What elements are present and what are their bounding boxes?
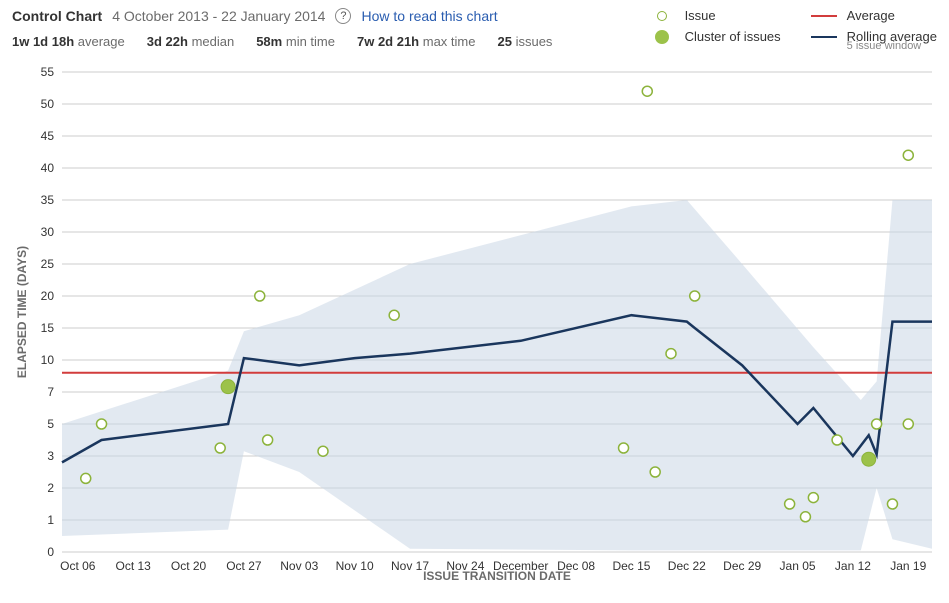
chart-legend: Issue Average Cluster of issues Rolling … xyxy=(649,8,937,52)
y-tick-label: 3 xyxy=(47,449,54,463)
y-tick-label: 0 xyxy=(47,545,54,559)
stat-median: 3d 22h median xyxy=(147,34,234,49)
issue-point[interactable] xyxy=(785,499,795,509)
y-axis-label: ELAPSED TIME (DAYS) xyxy=(15,246,29,378)
issue-point[interactable] xyxy=(903,419,913,429)
y-tick-label: 2 xyxy=(47,481,54,495)
average-line-icon xyxy=(811,15,837,17)
x-tick-label: Dec 15 xyxy=(612,559,650,573)
y-tick-label: 50 xyxy=(41,97,55,111)
cluster-point[interactable] xyxy=(221,380,235,394)
y-tick-label: 7 xyxy=(47,385,54,399)
std-dev-band xyxy=(62,200,932,550)
issue-point[interactable] xyxy=(318,446,328,456)
stat-mintime: 58m min time xyxy=(256,34,335,49)
y-tick-label: 25 xyxy=(41,257,55,271)
x-tick-label: Dec 29 xyxy=(723,559,761,573)
legend-issue: Issue xyxy=(649,8,781,23)
legend-cluster: Cluster of issues xyxy=(649,29,781,44)
x-tick-label: Jan 12 xyxy=(835,559,871,573)
help-icon[interactable]: ? xyxy=(335,8,351,24)
y-tick-label: 15 xyxy=(41,321,55,335)
chart-summary-stats: 1w 1d 18h average 3d 22h median 58m min … xyxy=(12,34,629,49)
issue-point[interactable] xyxy=(808,493,818,503)
issue-point[interactable] xyxy=(872,419,882,429)
issue-point[interactable] xyxy=(642,86,652,96)
y-tick-label: 35 xyxy=(41,193,55,207)
x-tick-label: Nov 03 xyxy=(280,559,318,573)
rolling-line-icon xyxy=(811,36,837,38)
issue-point[interactable] xyxy=(903,150,913,160)
x-tick-label: Oct 20 xyxy=(171,559,207,573)
control-chart-panel: Control Chart 4 October 2013 - 22 Januar… xyxy=(0,0,949,603)
issue-point[interactable] xyxy=(619,443,629,453)
issue-point[interactable] xyxy=(887,499,897,509)
legend-average: Average xyxy=(811,8,937,23)
chart-plot-area: 01235710152025303540455055Oct 06Oct 13Oc… xyxy=(12,62,937,582)
x-tick-label: Nov 10 xyxy=(336,559,374,573)
issue-point[interactable] xyxy=(263,435,273,445)
issue-point[interactable] xyxy=(389,310,399,320)
x-tick-label: Oct 13 xyxy=(116,559,152,573)
y-tick-label: 20 xyxy=(41,289,55,303)
issue-point[interactable] xyxy=(81,473,91,483)
issue-marker-icon xyxy=(657,11,667,21)
x-tick-label: Oct 27 xyxy=(226,559,262,573)
cluster-point[interactable] xyxy=(862,452,876,466)
y-tick-label: 40 xyxy=(41,161,55,175)
x-tick-label: Jan 05 xyxy=(780,559,816,573)
issue-point[interactable] xyxy=(97,419,107,429)
y-tick-label: 5 xyxy=(47,417,54,431)
cluster-marker-icon xyxy=(655,30,669,44)
issue-point[interactable] xyxy=(650,467,660,477)
x-tick-label: Jan 19 xyxy=(890,559,926,573)
issue-point[interactable] xyxy=(800,512,810,522)
chart-title: Control Chart xyxy=(12,8,102,24)
y-tick-label: 10 xyxy=(41,353,55,367)
chart-header: Control Chart 4 October 2013 - 22 Januar… xyxy=(12,8,937,52)
x-tick-label: Dec 22 xyxy=(668,559,706,573)
issue-point[interactable] xyxy=(255,291,265,301)
y-tick-label: 45 xyxy=(41,129,55,143)
how-to-read-link[interactable]: How to read this chart xyxy=(361,8,497,24)
x-axis-label: ISSUE TRANSITION DATE xyxy=(423,569,571,582)
issue-point[interactable] xyxy=(832,435,842,445)
stat-issues: 25 issues xyxy=(497,34,552,49)
stat-maxtime: 7w 2d 21h max time xyxy=(357,34,476,49)
chart-date-range: 4 October 2013 - 22 January 2014 xyxy=(112,8,325,24)
y-tick-label: 1 xyxy=(47,513,54,527)
x-tick-label: Oct 06 xyxy=(60,559,96,573)
y-tick-label: 30 xyxy=(41,225,55,239)
stat-average: 1w 1d 18h average xyxy=(12,34,125,49)
y-tick-label: 55 xyxy=(41,65,55,79)
issue-point[interactable] xyxy=(215,443,225,453)
issue-point[interactable] xyxy=(666,349,676,359)
issue-point[interactable] xyxy=(690,291,700,301)
